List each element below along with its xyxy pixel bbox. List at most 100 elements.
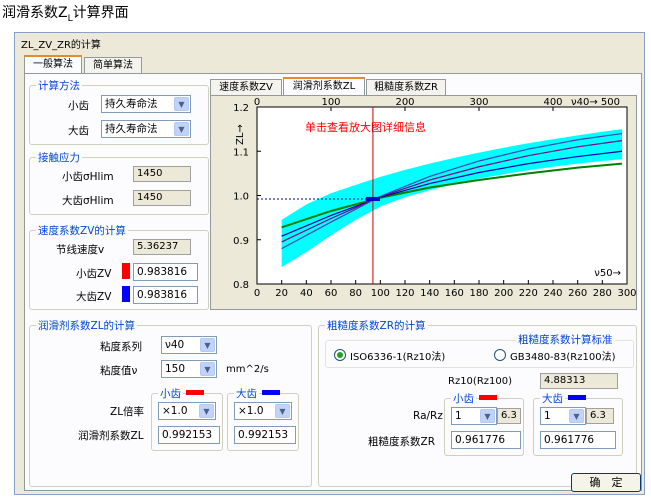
- small-zr-value: 0.961776: [451, 431, 521, 449]
- top-tick-label: 0: [254, 97, 260, 108]
- chevron-down-icon: ▼: [480, 409, 495, 423]
- small-ra-value: 6.3: [497, 408, 521, 424]
- zl-chart[interactable]: 0.8 0.9 1.0 1.1 1.2 0 20 40 60 80 100 120 140 160 180 2…: [211, 96, 636, 309]
- main-panel: 计算方法 小齿 持久寿命法 ▼ 大齿 持久寿命法 ▼ 接触应力 小齿σHlim 14…: [24, 73, 642, 491]
- x-tick-label: 200: [494, 288, 513, 299]
- zl-small-subgroup: 小齿 ×1.0 ▼ 0.992153: [151, 386, 223, 451]
- x-tick-label: 260: [568, 288, 587, 299]
- rz-value: 4.88313: [540, 373, 618, 389]
- small-color-bar: [479, 395, 497, 400]
- large-zr-value: 0.961776: [540, 431, 616, 449]
- x-tick-label: 240: [543, 288, 562, 299]
- viscosity-series-select[interactable]: ν40 ▼: [161, 336, 217, 354]
- chevron-down-icon: ▼: [174, 122, 189, 136]
- x-tick-label: 300: [617, 288, 636, 299]
- chart-hint: 单击查看放大图详细信息: [305, 120, 426, 134]
- large-ra-value: 6.3: [586, 408, 614, 424]
- speed-label: 节线速度v: [56, 244, 105, 256]
- viscosity-unit: mm^2/s: [226, 364, 269, 375]
- chevron-down-icon: ▼: [174, 97, 189, 111]
- small-zv-value: 0.983816: [133, 263, 198, 281]
- zr-small-subgroup: 小齿 1 ▼ 6.3 0.961776: [444, 391, 524, 456]
- tab-simple[interactable]: 简单算法: [84, 57, 142, 73]
- iso-radio[interactable]: [334, 349, 346, 361]
- chart-tab-zr[interactable]: 粗糙度系数ZR: [366, 79, 446, 95]
- iso-label[interactable]: ISO6336-1(Rz10法): [350, 348, 445, 363]
- contact-stress-title: 接触应力: [36, 150, 82, 165]
- chevron-down-icon: ▼: [275, 404, 290, 418]
- x-tick-label: 80: [349, 288, 362, 299]
- x-tick-label: 140: [420, 288, 439, 299]
- speed-value: 5.36237: [133, 239, 191, 255]
- large-color-bar: [568, 395, 586, 400]
- large-stress-label: 大齿σHlim: [62, 195, 114, 207]
- chevron-down-icon: ▼: [569, 409, 584, 423]
- zv-title: 速度系数ZV的计算: [36, 223, 128, 238]
- chart-tab-zv[interactable]: 速度系数ZV: [210, 79, 282, 95]
- large-color-chip: [122, 286, 130, 302]
- chevron-down-icon: ▼: [200, 338, 215, 352]
- viscosity-value-select[interactable]: 150 ▼: [161, 360, 217, 378]
- large-zl-value: 0.992153: [234, 426, 296, 444]
- zr-group: 粗糙度系数ZR的计算 粗糙度系数计算标准 ISO6336-1(Rz10法) GB…: [318, 318, 637, 487]
- y-tick-label: 1.0: [233, 192, 249, 203]
- window-title: ZL_ZV_ZR的计算: [21, 40, 101, 51]
- small-color-bar: [186, 390, 204, 395]
- y-tick-label: 1.1: [233, 147, 249, 158]
- chart-tab-zl[interactable]: 润滑剂系数ZL: [283, 77, 365, 95]
- x-tick-label: 0: [254, 288, 260, 299]
- x-tick-label: 160: [445, 288, 464, 299]
- y-tick-label: 0.8: [233, 280, 249, 291]
- y-tick-label: 0.9: [233, 236, 249, 247]
- small-zv-label: 小齿ZV: [76, 268, 112, 280]
- small-ra-select[interactable]: 1 ▼: [451, 407, 497, 425]
- calc-method-title: 计算方法: [36, 78, 82, 93]
- x-tick-label: 60: [325, 288, 338, 299]
- contact-stress-group: 接触应力 小齿σHlim 1450 大齿σHlim 1450: [29, 150, 209, 215]
- zr-coef-label: 粗糙度系数ZR: [368, 436, 435, 448]
- x-tick-label: 120: [395, 288, 414, 299]
- tab-general[interactable]: 一般算法: [24, 55, 82, 73]
- ra-rz-label: Ra/Rz: [413, 410, 443, 422]
- zl-ratio-label: ZL倍率: [110, 406, 145, 418]
- y-tick-label: 1.2: [233, 103, 249, 114]
- zr-standard-title: 粗糙度系数计算标准: [516, 332, 615, 347]
- large-zl-ratio-select[interactable]: ×1.0 ▼: [234, 402, 292, 420]
- top-tick-label: 100: [321, 97, 340, 108]
- x-tick-label: 40: [300, 288, 313, 299]
- x-tick-label: 180: [469, 288, 488, 299]
- small-stress-value: 1450: [133, 166, 191, 182]
- small-zl-ratio-select[interactable]: ×1.0 ▼: [158, 402, 216, 420]
- large-ra-select[interactable]: 1 ▼: [540, 407, 586, 425]
- bottom-axis-label: ν50→: [594, 268, 621, 279]
- zl-title: 润滑剂系数ZL的计算: [36, 318, 138, 333]
- chart-frame: 0.8 0.9 1.0 1.1 1.2 0 20 40 60 80 100 120 140 160 180 2…: [210, 95, 637, 310]
- chevron-down-icon: ▼: [200, 362, 215, 376]
- large-zv-label: 大齿ZV: [76, 291, 112, 303]
- zr-standard-subgroup: 粗糙度系数计算标准 ISO6336-1(Rz10法) GB3480-83(Rz1…: [325, 332, 634, 368]
- zl-small-header: 小齿: [158, 386, 183, 401]
- ok-button[interactable]: 确 定: [571, 473, 641, 492]
- top-tick-label: 300: [469, 97, 488, 108]
- zv-group: 速度系数ZV的计算 节线速度v 5.36237 小齿ZV 0.983816 大齿…: [29, 223, 209, 310]
- zl-large-subgroup: 大齿 ×1.0 ▼ 0.992153: [227, 386, 299, 451]
- small-method-select[interactable]: 持久寿命法 ▼: [101, 95, 191, 113]
- viscosity-series-label: 粘度系列: [100, 341, 142, 353]
- large-stress-value: 1450: [133, 190, 191, 206]
- reference-point: [365, 196, 380, 201]
- large-method-select[interactable]: 持久寿命法 ▼: [101, 120, 191, 138]
- x-tick-label: 220: [519, 288, 538, 299]
- calc-method-group: 计算方法 小齿 持久寿命法 ▼ 大齿 持久寿命法 ▼: [29, 78, 209, 145]
- zr-title: 粗糙度系数ZR的计算: [325, 318, 428, 333]
- top-tick-label: 200: [395, 97, 414, 108]
- page-title: 润滑系数ZL计算界面: [2, 5, 129, 24]
- top-tick-label: 400: [543, 97, 562, 108]
- gb-label[interactable]: GB3480-83(Rz100法): [510, 348, 615, 363]
- rz-label: Rz10(Rz100): [448, 376, 513, 387]
- zl-coef-label: 润滑剂系数ZL: [78, 430, 144, 442]
- gb-radio[interactable]: [494, 349, 506, 361]
- y-axis-label: ZL→: [235, 124, 246, 145]
- small-zl-value: 0.992153: [158, 426, 220, 444]
- small-stress-label: 小齿σHlim: [62, 171, 114, 183]
- chevron-down-icon: ▼: [199, 404, 214, 418]
